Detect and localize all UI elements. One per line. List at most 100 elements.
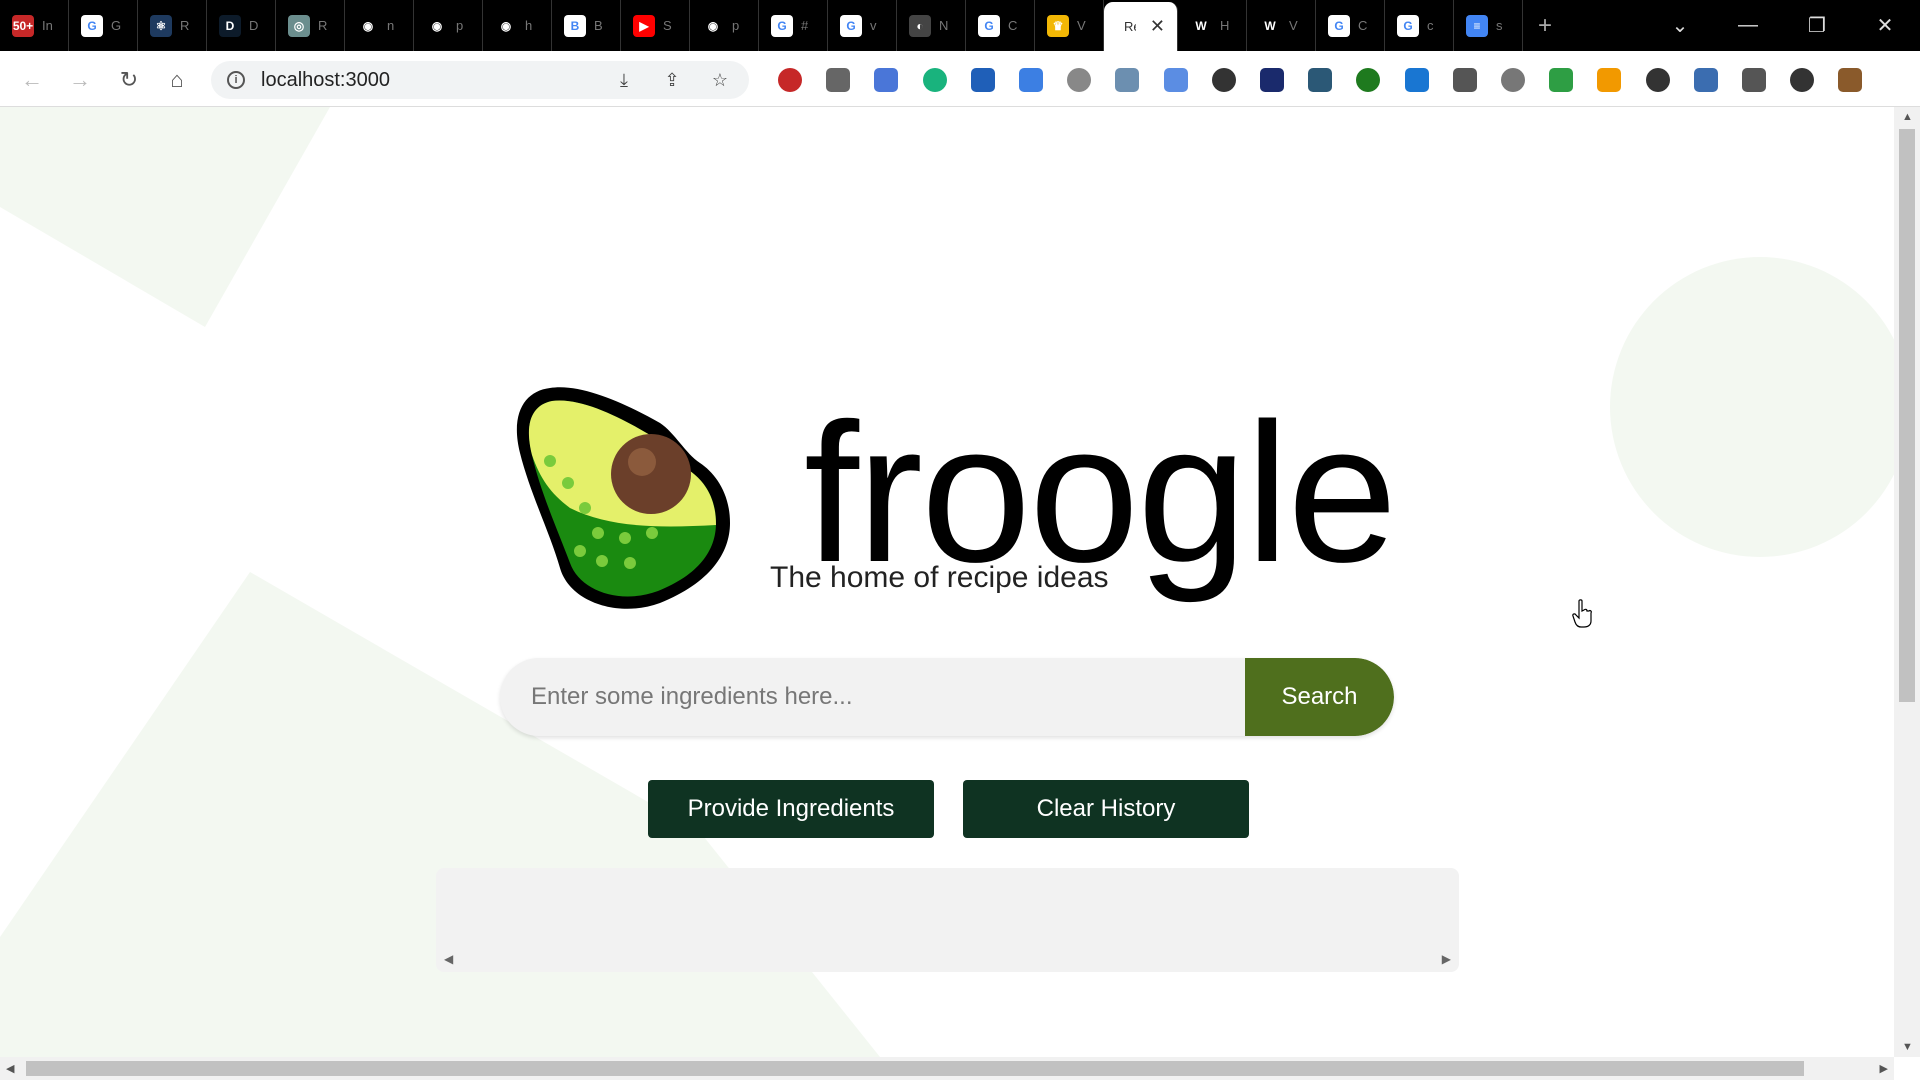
horizontal-scrollbar[interactable]: ◀ ▶ [0,1057,1894,1080]
browser-tab[interactable]: GC [1316,0,1385,51]
browser-tab[interactable]: ◉ n [345,0,414,51]
tab-favicon-icon: ≡ [1466,14,1488,37]
tab-title: p [732,18,740,33]
share-icon[interactable]: ⇪ [661,69,683,91]
scroll-left-arrow-icon[interactable]: ◀ [6,1062,14,1075]
extension-icon[interactable] [874,68,899,92]
tab-favicon-icon: ◎ [288,14,310,37]
search-button[interactable]: Search [1245,658,1394,736]
extension-icon[interactable] [1019,68,1043,92]
extension-icon[interactable] [1645,68,1670,92]
scroll-right-icon[interactable]: ▶ [1442,952,1451,966]
extension-icon[interactable] [1452,68,1477,92]
scroll-left-icon[interactable]: ◀ [444,952,453,966]
extension-icon[interactable] [970,68,995,92]
vertical-scroll-thumb[interactable] [1899,129,1915,702]
site-info-icon[interactable]: i [227,71,245,89]
tab-favicon-icon: G [1328,14,1350,37]
extension-icon[interactable] [1163,68,1188,92]
avocado-logo-icon [516,387,730,609]
tab-title: C [1008,18,1018,33]
browser-tab[interactable]: ◎ R [276,0,345,51]
browser-tab[interactable]: ◉ p [690,0,759,51]
extension-icon[interactable] [1404,68,1429,92]
scroll-up-icon[interactable]: ▲ [1902,111,1913,123]
extension-icon[interactable] [1693,68,1718,92]
tab-title: D [249,18,259,33]
back-button[interactable]: ← [16,64,48,96]
horizontal-scroll-thumb[interactable] [26,1061,1804,1076]
tab-title: N [939,18,949,33]
bookmark-star-icon[interactable]: ☆ [709,69,731,91]
browser-tab[interactable]: ◉ p [414,0,483,51]
browser-tab[interactable]: WH [1178,0,1247,51]
browser-tab[interactable]: Re ✕ [1104,2,1178,51]
tab-favicon-icon: B [564,14,586,37]
close-window-button[interactable]: ✕ [1850,0,1920,51]
home-button[interactable]: ⌂ [161,64,193,96]
tab-title: s [1496,18,1503,33]
search-bar: Search [500,658,1394,736]
tab-title: G [111,18,122,33]
new-tab-button[interactable]: + [1523,0,1567,51]
extension-icon[interactable] [1211,68,1236,92]
browser-tab[interactable]: GG [69,0,138,51]
extension-icon[interactable] [1115,68,1140,92]
page-viewport: froogle The home of recipe ideas Search … [0,107,1894,1057]
extension-icon[interactable] [1549,68,1574,92]
extension-icon[interactable] [1790,68,1815,92]
tab-favicon-icon: W [1259,14,1281,37]
tab-title: v [870,18,877,33]
ingredients-search-input[interactable] [500,658,1245,736]
vertical-scrollbar[interactable]: ▲ ▼ [1894,107,1920,1057]
browser-tab[interactable]: G # [759,0,828,51]
browser-tab[interactable]: Gc [1385,0,1454,51]
tab-favicon-icon: ⚛ [150,14,172,37]
tab-title: R [180,18,190,33]
extension-icon[interactable] [1260,68,1284,92]
browser-tab[interactable]: ♛ V [1035,0,1104,51]
scroll-right-arrow-icon[interactable]: ▶ [1880,1062,1888,1075]
extension-icon[interactable] [1597,68,1622,92]
reload-button[interactable]: ↻ [113,64,145,96]
tab-favicon-icon: G [1397,14,1419,37]
browser-tab[interactable]: ◉ h [483,0,552,51]
extension-icon[interactable] [1742,68,1766,92]
browser-tab[interactable]: ⚛ R [138,0,207,51]
restore-button[interactable]: ❐ [1782,0,1852,51]
browser-tab[interactable]: DD [207,0,276,51]
browser-tab[interactable]: ≡ s [1454,0,1523,51]
extension-icon[interactable] [1501,68,1525,92]
clear-history-button[interactable]: Clear History [963,780,1249,838]
tab-title: # [801,18,809,33]
minimize-button[interactable]: — [1713,0,1783,51]
browser-toolbar: ← → ↻ ⌂ i localhost:3000 ⤓ ⇪ ☆ [0,51,1920,107]
extension-icon[interactable] [1356,68,1381,92]
browser-tab[interactable]: 50+ In [0,0,69,51]
extension-icon[interactable] [1838,68,1863,92]
extension-icon[interactable] [1308,68,1333,92]
tab-title: h [525,18,533,33]
tab-title: S [663,18,672,33]
browser-tab[interactable]: GC [966,0,1035,51]
address-bar[interactable]: i localhost:3000 ⤓ ⇪ ☆ [211,61,749,99]
extension-icon[interactable] [1067,68,1092,92]
browser-tab[interactable]: ▶ S [621,0,690,51]
install-icon[interactable]: ⤓ [613,69,635,91]
browser-tab[interactable]: ◐ N [897,0,966,51]
tab-title: R [318,18,328,33]
provide-ingredients-button[interactable]: Provide Ingredients [648,780,934,838]
results-panel[interactable]: ◀ ▶ [436,868,1459,972]
tab-search-button[interactable]: ⌄ [1645,0,1715,51]
extension-icon[interactable] [922,68,947,92]
browser-tab[interactable]: WV [1247,0,1316,51]
scroll-down-icon[interactable]: ▼ [1902,1041,1913,1053]
tab-title: B [594,18,603,33]
tab-title: V [1077,18,1086,33]
browser-tab[interactable]: Gv [828,0,897,51]
tab-close-icon[interactable]: ✕ [1150,16,1165,37]
extension-icon[interactable] [778,68,802,92]
forward-button[interactable]: → [64,64,96,96]
browser-tab[interactable]: BB [552,0,621,51]
extension-icon[interactable] [826,68,851,92]
